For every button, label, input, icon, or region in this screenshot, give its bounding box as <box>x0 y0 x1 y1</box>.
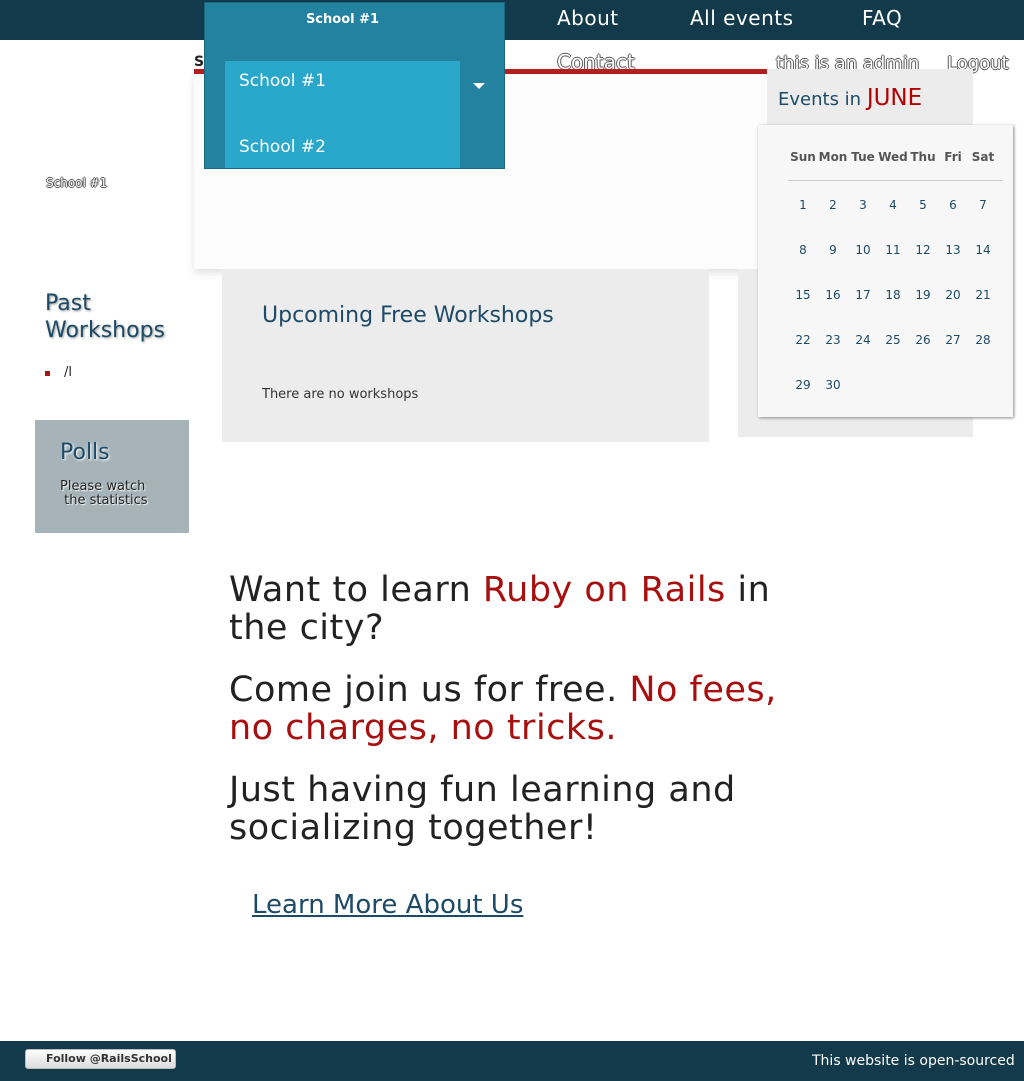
calendar-day[interactable]: 15 <box>788 288 818 302</box>
sidebar-school-label: School #1 <box>46 176 108 190</box>
calendar-day[interactable]: 3 <box>848 198 878 212</box>
calendar: Sun Mon Tue Wed Thu Fri Sat 1 2 3 4 5 6 7 8 9 10 11 12 13 1… <box>758 125 1013 417</box>
hero-line-3: Just having fun learning and socializing… <box>229 770 736 848</box>
dropdown-selected-label: School #1 <box>305 12 380 27</box>
calendar-day-name: Fri <box>944 150 962 164</box>
school-dropdown[interactable]: School #1 School #1 School #2 <box>204 2 505 169</box>
calendar-day[interactable]: 20 <box>938 288 968 302</box>
no-workshops-text: There are no workshops <box>262 387 419 402</box>
calendar-day[interactable]: 4 <box>878 198 908 212</box>
dropdown-option-school-2[interactable]: School #2 <box>239 137 326 157</box>
calendar-day[interactable]: 30 <box>818 378 848 392</box>
calendar-day[interactable]: 29 <box>788 378 818 392</box>
calendar-day[interactable]: 10 <box>848 243 878 257</box>
calendar-day-name: Sat <box>971 150 995 164</box>
events-month: JUNE <box>866 85 923 111</box>
events-header: Events in JUNE <box>767 69 973 125</box>
calendar-day[interactable]: 21 <box>968 288 998 302</box>
follow-label: Follow @RailsSchool <box>46 1052 172 1065</box>
calendar-day[interactable]: 13 <box>938 243 968 257</box>
calendar-day[interactable]: 11 <box>878 243 908 257</box>
top-nav-bar: About All events FAQ <box>0 0 1024 40</box>
chevron-down-icon[interactable] <box>473 83 485 89</box>
calendar-day[interactable]: 6 <box>938 198 968 212</box>
calendar-day[interactable]: 18 <box>878 288 908 302</box>
calendar-day[interactable]: 26 <box>908 333 938 347</box>
nav-faq-link[interactable]: FAQ <box>862 6 902 30</box>
hero-line-2: Come join us for free. No fees, no charg… <box>229 671 789 747</box>
polls-title: Polls <box>60 440 110 465</box>
calendar-day[interactable]: 19 <box>908 288 938 302</box>
open-source-text: This website is open-sourced <box>812 1053 1015 1069</box>
twitter-follow-button[interactable]: Follow @RailsSchool <box>25 1049 176 1069</box>
dropdown-option-school-1[interactable]: School #1 <box>239 71 326 91</box>
past-workshop-item[interactable]: /l <box>64 365 72 380</box>
calendar-header: Sun Mon Tue Wed Thu Fri Sat <box>788 150 1003 181</box>
hero-text: Come join us for free. <box>229 670 630 710</box>
hero-highlight: Ruby on Rails <box>482 570 726 610</box>
upcoming-workshops-title: Upcoming Free Workshops <box>262 303 554 328</box>
events-title: Events in JUNE <box>778 85 922 111</box>
events-prefix: Events in <box>778 89 862 110</box>
calendar-day[interactable]: 5 <box>908 198 938 212</box>
calendar-day[interactable]: 25 <box>878 333 908 347</box>
calendar-day[interactable]: 8 <box>788 243 818 257</box>
calendar-day[interactable]: 17 <box>848 288 878 302</box>
footer: Follow @RailsSchool This website is open… <box>0 1041 1024 1081</box>
nav-all-events-link[interactable]: All events <box>690 6 794 30</box>
upcoming-workshops-panel: Upcoming Free Workshops There are no wor… <box>222 269 709 442</box>
calendar-day[interactable]: 22 <box>788 333 818 347</box>
list-bullet <box>45 371 50 376</box>
calendar-day[interactable]: 9 <box>818 243 848 257</box>
calendar-day[interactable]: 14 <box>968 243 998 257</box>
past-workshops-title: Past Workshops <box>45 291 166 343</box>
calendar-day[interactable]: 28 <box>968 333 998 347</box>
polls-panel: Polls Please watch the statistics <box>35 420 189 533</box>
calendar-day-name: Mon <box>818 150 848 164</box>
calendar-day-name: Wed <box>878 150 908 164</box>
calendar-day[interactable]: 2 <box>818 198 848 212</box>
polls-text: Please watch the statistics <box>60 479 148 508</box>
calendar-day[interactable]: 7 <box>968 198 998 212</box>
hero-text: Want to learn <box>229 570 483 610</box>
hero-line-1: Want to learn Ruby on Rails in the city? <box>229 571 789 647</box>
calendar-day-name: Tue <box>851 150 875 164</box>
calendar-day-name: Thu <box>910 150 936 164</box>
calendar-day-name: Sun <box>790 150 816 164</box>
dropdown-options-list: School #1 School #2 <box>225 61 460 168</box>
calendar-day[interactable]: 1 <box>788 198 818 212</box>
learn-more-link[interactable]: Learn More About Us <box>252 890 523 920</box>
calendar-day[interactable]: 23 <box>818 333 848 347</box>
calendar-day[interactable]: 27 <box>938 333 968 347</box>
calendar-day[interactable]: 16 <box>818 288 848 302</box>
nav-about-link[interactable]: About <box>557 6 619 30</box>
calendar-day[interactable]: 24 <box>848 333 878 347</box>
calendar-day[interactable]: 12 <box>908 243 938 257</box>
